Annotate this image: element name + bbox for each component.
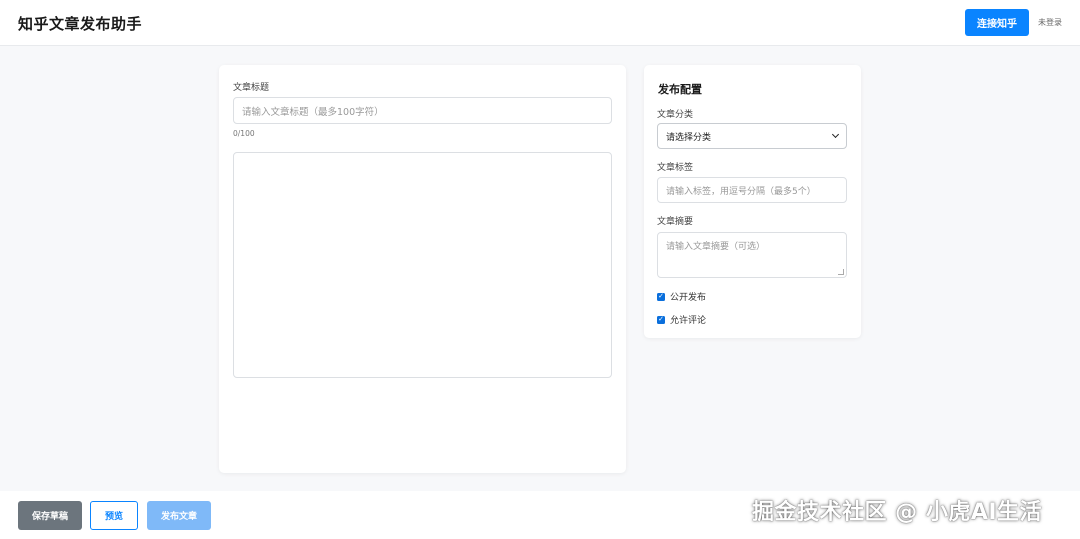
watermark: 掘金技术社区 @ 小虎AI生活 [752,500,1043,525]
public-publish-option[interactable]: ✓ 公开发布 [657,290,706,303]
config-title: 发布配置 [658,83,702,96]
title-char-counter: 0/100 [233,129,255,138]
category-select[interactable]: 请选择分类 [657,123,847,149]
content-editor[interactable] [233,152,612,378]
app-title: 知乎文章发布助手 [18,15,143,33]
tags-label: 文章标签 [657,163,694,173]
title-input[interactable]: 请输入文章标题（最多100字符） [233,97,612,124]
public-checkbox[interactable]: ✓ [657,292,665,301]
login-status: 未登录 [1038,18,1062,27]
comments-checkbox[interactable]: ✓ [657,315,665,324]
public-label: 公开发布 [670,293,707,303]
category-selected-value: 请选择分类 [666,132,712,143]
comments-label: 允许评论 [670,316,707,326]
preview-button[interactable]: 预览 [90,501,138,530]
summary-textarea[interactable]: 请输入文章摘要（可选） [657,232,847,278]
summary-label: 文章摘要 [657,217,694,227]
resize-handle-icon[interactable] [838,269,844,275]
editor-panel: 文章标题 请输入文章标题（最多100字符） 0/100 [219,65,626,473]
chevron-down-icon [831,130,840,139]
summary-placeholder: 请输入文章摘要（可选） [666,242,766,252]
allow-comments-option[interactable]: ✓ 允许评论 [657,313,706,326]
top-header: 知乎文章发布助手 连接知乎 未登录 [0,0,1080,46]
save-draft-button[interactable]: 保存草稿 [18,501,82,530]
category-label: 文章分类 [657,110,694,120]
publish-button[interactable]: 发布文章 [147,501,211,530]
title-label: 文章标题 [233,83,270,93]
publish-config-panel: 发布配置 文章分类 请选择分类 文章标签 请输入标签，用逗号分隔（最多5个） 文… [644,65,861,338]
connect-zhihu-button[interactable]: 连接知乎 [965,9,1029,36]
tags-input[interactable]: 请输入标签，用逗号分隔（最多5个） [657,177,847,203]
